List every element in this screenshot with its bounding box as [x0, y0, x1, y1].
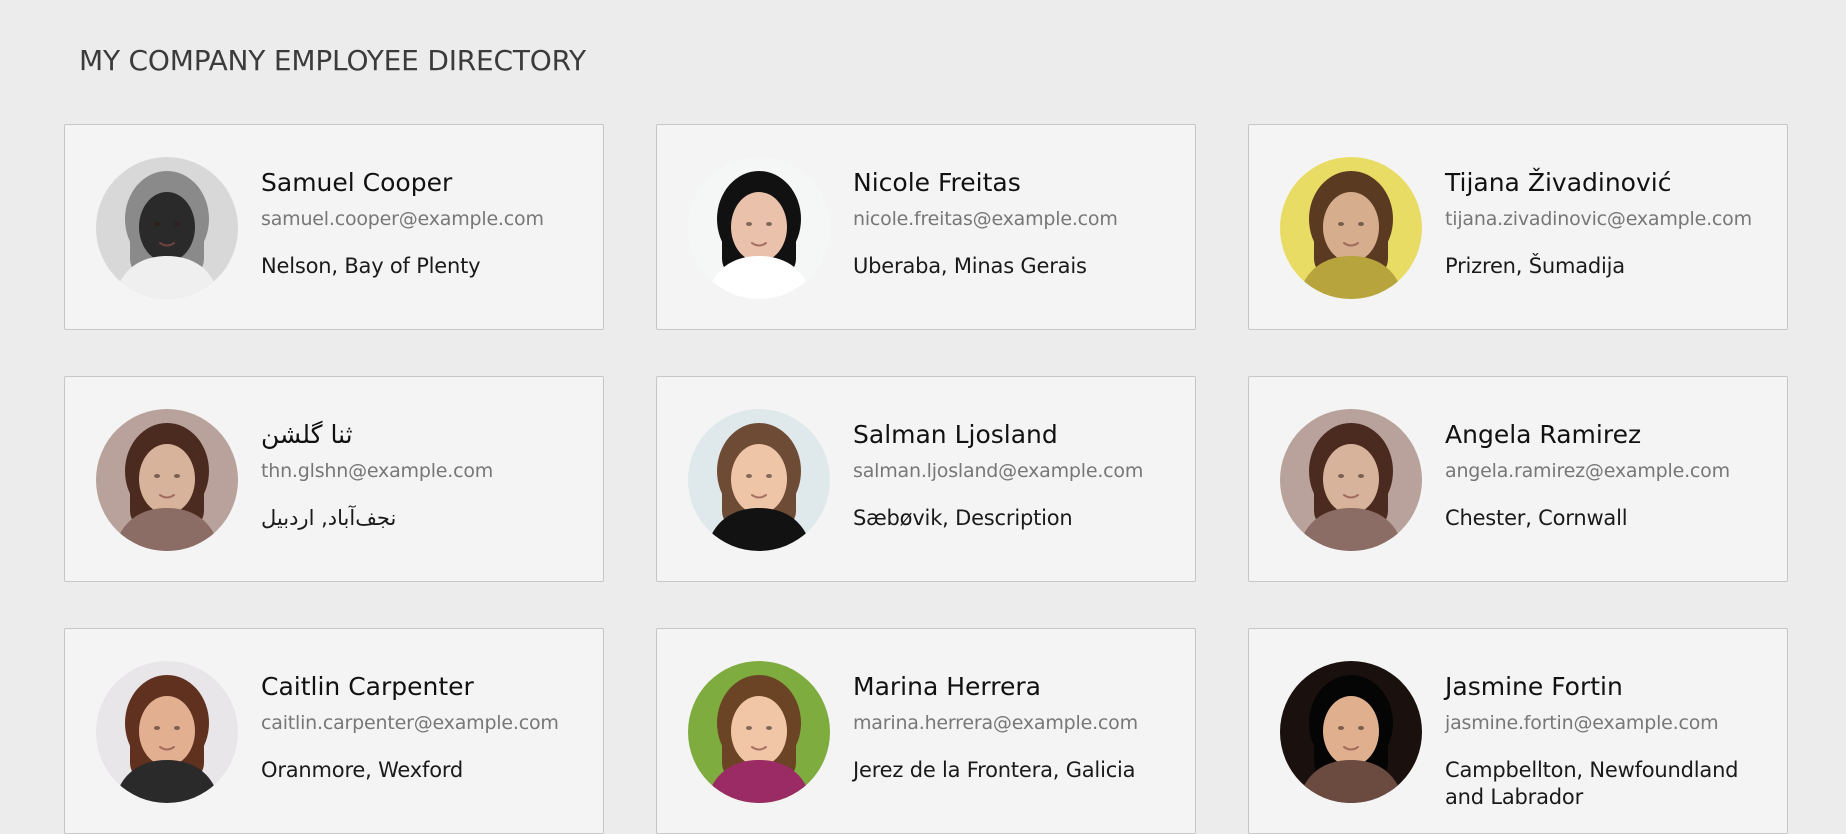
- employee-email: tijana.zivadinovic@example.com: [1445, 208, 1752, 230]
- employee-info: Caitlin Carpenter caitlin.carpenter@exam…: [261, 671, 597, 784]
- employee-card[interactable]: Samuel Cooper samuel.cooper@example.com …: [64, 124, 604, 330]
- employee-card[interactable]: Nicole Freitas nicole.freitas@example.co…: [656, 124, 1196, 330]
- employee-location: Prizren, Šumadija: [1445, 254, 1625, 278]
- employee-avatar: [688, 661, 830, 803]
- employee-name: ثنا گلشن: [261, 420, 353, 449]
- employee-location: Nelson, Bay of Plenty: [261, 254, 481, 278]
- employee-email: angela.ramirez@example.com: [1445, 460, 1730, 482]
- employee-avatar: [1280, 661, 1422, 803]
- employee-location: Oranmore, Wexford: [261, 758, 464, 782]
- employee-name: Salman Ljosland: [853, 420, 1058, 449]
- employee-location: Uberaba, Minas Gerais: [853, 254, 1087, 278]
- employee-info: Nicole Freitas nicole.freitas@example.co…: [853, 167, 1189, 280]
- employee-card[interactable]: Salman Ljosland salman.ljosland@example.…: [656, 376, 1196, 582]
- employee-grid: Samuel Cooper samuel.cooper@example.com …: [64, 124, 1788, 834]
- employee-card[interactable]: Caitlin Carpenter caitlin.carpenter@exam…: [64, 628, 604, 834]
- employee-info: Tijana Živadinović tijana.zivadinovic@ex…: [1445, 167, 1781, 280]
- employee-avatar: [96, 157, 238, 299]
- employee-avatar: [688, 157, 830, 299]
- employee-email: samuel.cooper@example.com: [261, 208, 544, 230]
- employee-email: thn.glshn@example.com: [261, 460, 494, 482]
- employee-info: ثنا گلشن thn.glshn@example.com نجف‌آباد,…: [261, 419, 597, 532]
- employee-location: Chester, Cornwall: [1445, 506, 1628, 530]
- employee-location: Sæbøvik, Description: [853, 506, 1073, 530]
- employee-card[interactable]: Jasmine Fortin jasmine.fortin@example.co…: [1248, 628, 1788, 834]
- employee-name: Caitlin Carpenter: [261, 672, 474, 701]
- employee-info: Marina Herrera marina.herrera@example.co…: [853, 671, 1189, 784]
- employee-card[interactable]: Tijana Živadinović tijana.zivadinovic@ex…: [1248, 124, 1788, 330]
- employee-avatar: [688, 409, 830, 551]
- employee-info: Angela Ramirez angela.ramirez@example.co…: [1445, 419, 1781, 532]
- employee-avatar: [1280, 157, 1422, 299]
- employee-name: Samuel Cooper: [261, 168, 453, 197]
- employee-location: Jerez de la Frontera, Galicia: [853, 758, 1136, 782]
- employee-card[interactable]: Marina Herrera marina.herrera@example.co…: [656, 628, 1196, 834]
- employee-name: Angela Ramirez: [1445, 420, 1642, 449]
- employee-location: نجف‌آباد, اردبیل: [261, 506, 397, 530]
- employee-card[interactable]: ثنا گلشن thn.glshn@example.com نجف‌آباد,…: [64, 376, 604, 582]
- employee-name: Marina Herrera: [853, 672, 1041, 701]
- employee-card[interactable]: Angela Ramirez angela.ramirez@example.co…: [1248, 376, 1788, 582]
- employee-email: marina.herrera@example.com: [853, 712, 1138, 734]
- employee-info: Jasmine Fortin jasmine.fortin@example.co…: [1445, 671, 1781, 811]
- employee-info: Salman Ljosland salman.ljosland@example.…: [853, 419, 1189, 532]
- page-title: MY COMPANY EMPLOYEE DIRECTORY: [79, 44, 586, 77]
- employee-name: Tijana Živadinović: [1445, 168, 1672, 197]
- employee-name: Jasmine Fortin: [1445, 672, 1623, 701]
- employee-location: Campbellton, Newfoundland and Labrador: [1445, 758, 1739, 809]
- employee-info: Samuel Cooper samuel.cooper@example.com …: [261, 167, 597, 280]
- employee-avatar: [96, 661, 238, 803]
- employee-avatar: [96, 409, 238, 551]
- employee-email: jasmine.fortin@example.com: [1445, 712, 1719, 734]
- employee-email: nicole.freitas@example.com: [853, 208, 1118, 230]
- employee-avatar: [1280, 409, 1422, 551]
- employee-name: Nicole Freitas: [853, 168, 1021, 197]
- employee-email: caitlin.carpenter@example.com: [261, 712, 559, 734]
- employee-email: salman.ljosland@example.com: [853, 460, 1144, 482]
